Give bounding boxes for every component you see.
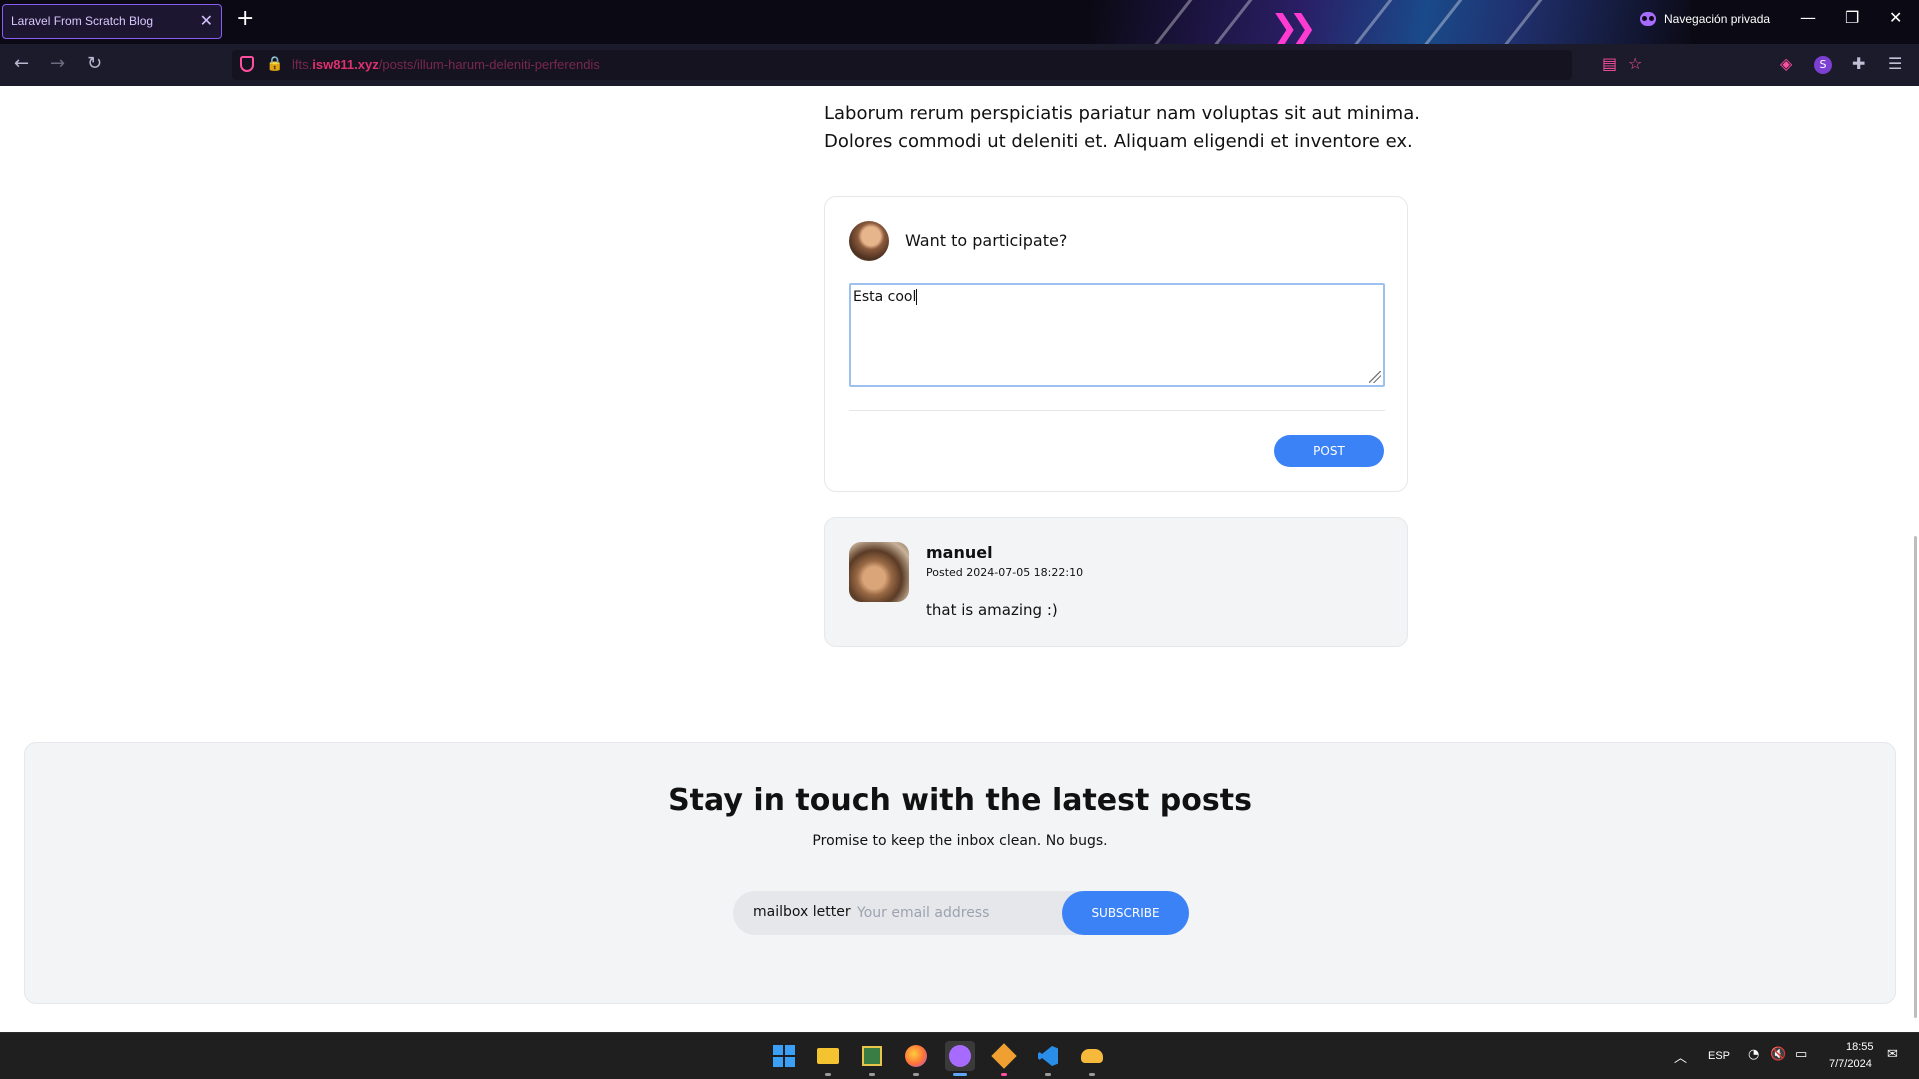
private-mask-icon [1640,12,1656,26]
wifi-icon[interactable]: ◔ [1748,1047,1759,1062]
post-comment-button[interactable]: Post [1274,435,1384,467]
bookmark-star-icon[interactable]: ☆ [1628,54,1642,73]
textarea-resize-handle[interactable] [1369,371,1381,383]
theme-chevron-icon: ❯❯ [1270,8,1317,44]
newsletter-form: mailbox letter Subscribe [733,891,1189,935]
vscode-icon[interactable] [1033,1041,1063,1076]
private-browsing-indicator: Navegación privada [1640,12,1770,26]
post-body-paragraph: Laborum rerum perspiciatis pariatur nam … [824,103,1420,152]
firefox-private-icon[interactable] [945,1041,975,1076]
page-viewport: Laborum rerum perspiciatis pariatur nam … [0,86,1919,1032]
private-browsing-label: Navegación privada [1664,12,1771,26]
volume-muted-icon[interactable]: 🔇 [1770,1047,1786,1062]
clock-time[interactable]: 18:55 [1846,1041,1874,1053]
url-path: /posts/illum-harum-deleniti-perferendis [378,57,600,72]
new-tab-button[interactable]: + [236,8,254,30]
extensions-puzzle-icon[interactable]: ✚ [1852,54,1865,73]
reader-view-icon[interactable]: ▤ [1602,54,1617,73]
comment-card: manuel Posted 2024-07-05 18:22:10 that i… [824,517,1408,647]
newsletter-title: Stay in touch with the latest posts [668,783,1252,818]
pocket-icon[interactable]: ◈ [1780,54,1792,73]
app-menu-icon[interactable]: ☰ [1888,54,1902,73]
notifications-icon[interactable]: ✉ [1887,1047,1898,1062]
windows-taskbar: ︿ ESP ◔ 🔇 ▭ 18:55 7/7/2024 ✉ [0,1032,1919,1079]
newsletter-subtitle: Promise to keep the inbox clean. No bugs… [812,833,1108,849]
comment-author: manuel [926,543,993,562]
tab-close-icon[interactable]: ✕ [200,11,213,30]
battery-icon[interactable]: ▭ [1795,1047,1807,1062]
forward-arrow-icon[interactable]: → [50,53,65,74]
comment-prompt: Want to participate? [905,231,1068,250]
keyboard-language[interactable]: ESP [1708,1050,1730,1062]
url-text[interactable]: lfts.isw811.xyz/posts/illum-harum-deleni… [292,57,600,72]
clock-date[interactable]: 7/7/2024 [1829,1058,1872,1070]
profile-avatar[interactable]: S [1814,56,1832,74]
browser-nav-bar: ← → ↻ 🔒 lfts.isw811.xyz/posts/illum-haru… [0,44,1919,86]
restore-window-icon[interactable]: ❐ [1845,8,1859,27]
subscribe-button[interactable]: Subscribe [1062,891,1189,935]
file-explorer-icon[interactable] [813,1041,843,1076]
browser-tab-active[interactable]: Laravel From Scratch Blog ✕ [2,4,222,39]
comment-textarea[interactable]: Esta cool [849,283,1385,387]
form-divider [849,410,1385,411]
text-cursor [916,289,918,305]
comment-textarea-value[interactable]: Esta cool [853,289,918,305]
tab-title: Laravel From Scratch Blog [11,14,154,28]
page-scrollbar[interactable] [1914,536,1917,1018]
tracking-protection-shield-icon[interactable] [240,56,254,72]
newsletter-section: Stay in touch with the latest posts Prom… [24,742,1896,1004]
url-host: isw811.xyz [312,57,379,72]
tray-overflow-chevron-icon[interactable]: ︿ [1674,1047,1687,1066]
comment-author-avatar [849,542,909,602]
start-menu-button[interactable] [769,1041,799,1071]
url-prefix: lfts. [292,57,313,72]
close-window-icon[interactable]: ✕ [1889,8,1902,27]
address-bar[interactable]: 🔒 lfts.isw811.xyz/posts/illum-harum-dele… [232,50,1617,80]
comment-form: Want to participate? Esta cool Post [824,196,1408,492]
connection-lock-icon[interactable]: 🔒 [266,56,283,72]
git-tool-icon[interactable] [989,1041,1019,1076]
minimize-window-icon[interactable]: — [1800,8,1816,27]
comment-body: that is amazing :) [926,601,1058,619]
email-input[interactable] [857,898,1047,928]
reload-icon[interactable]: ↻ [87,53,102,74]
theme-background-art: ❯❯ [1090,0,1690,44]
photo-app-icon[interactable] [857,1041,887,1076]
windows-logo-icon [773,1045,795,1067]
comment-timestamp: Posted 2024-07-05 18:22:10 [926,566,1084,579]
firefox-icon[interactable] [901,1041,931,1076]
gaming-app-icon[interactable] [1077,1041,1107,1076]
current-user-avatar [849,221,889,261]
back-arrow-icon[interactable]: ← [14,53,29,74]
browser-tab-bar: ❯❯ Laravel From Scratch Blog ✕ + Navegac… [0,0,1919,44]
comment-text: Esta cool [853,289,917,305]
newsletter-field-label: mailbox letter [753,904,851,920]
